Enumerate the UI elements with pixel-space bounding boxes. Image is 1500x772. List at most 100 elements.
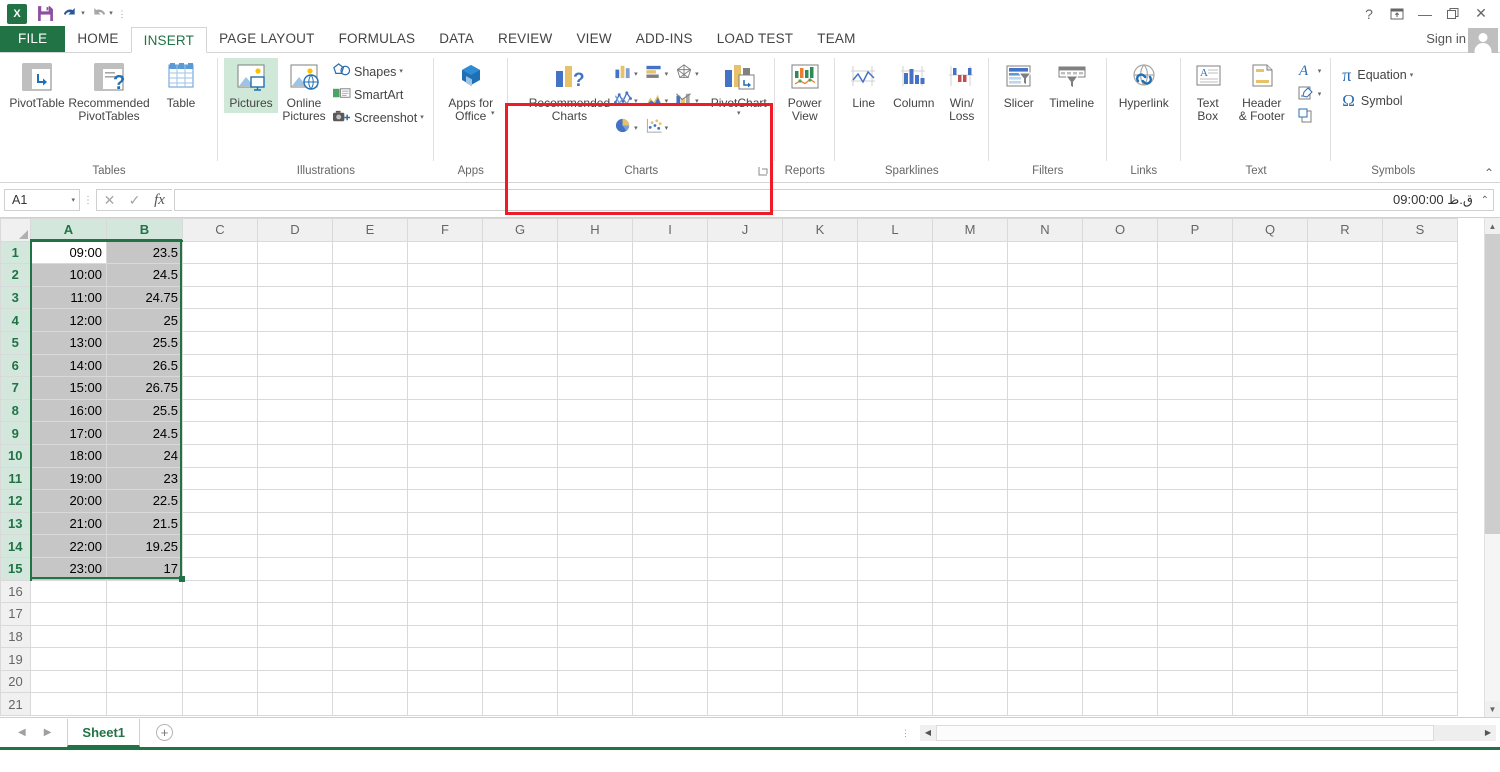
cell-I19[interactable] — [632, 647, 708, 671]
cell-C2[interactable] — [182, 263, 258, 287]
cell-R20[interactable] — [1307, 669, 1383, 694]
hyperlink-button[interactable]: Hyperlink — [1113, 58, 1175, 113]
cell-A2[interactable]: 10:00 — [30, 263, 107, 287]
cell-N9[interactable] — [1007, 421, 1083, 445]
cell-R1[interactable] — [1307, 240, 1383, 265]
cell-Q21[interactable] — [1232, 692, 1308, 717]
cell-I3[interactable] — [632, 285, 708, 310]
chevron-down-icon[interactable]: ▾ — [695, 71, 699, 78]
cell-M14[interactable] — [932, 534, 1008, 558]
pictures-button[interactable]: Pictures — [224, 58, 278, 113]
smartart-button[interactable]: SmartArt — [330, 83, 428, 106]
cell-J6[interactable] — [707, 353, 783, 378]
cell-P19[interactable] — [1157, 647, 1233, 671]
wordart-button[interactable]: A ▾ — [1295, 60, 1326, 83]
cell-D12[interactable] — [257, 489, 333, 513]
cell-H6[interactable] — [557, 353, 633, 378]
column-header-k[interactable]: K — [782, 218, 858, 242]
cell-D17[interactable] — [257, 602, 333, 626]
cell-C7[interactable] — [182, 376, 258, 400]
cell-P13[interactable] — [1157, 511, 1233, 536]
cell-M11[interactable] — [932, 466, 1008, 491]
cell-F9[interactable] — [407, 421, 483, 445]
chevron-down-icon[interactable]: ▾ — [491, 110, 495, 117]
cell-K1[interactable] — [782, 240, 858, 265]
cell-J9[interactable] — [707, 421, 783, 445]
cell-A20[interactable] — [30, 669, 107, 694]
cell-K20[interactable] — [782, 669, 858, 694]
cell-B2[interactable]: 24.5 — [106, 263, 183, 287]
cell-E11[interactable] — [332, 466, 408, 491]
cell-H12[interactable] — [557, 489, 633, 513]
cell-K6[interactable] — [782, 353, 858, 378]
cell-B14[interactable]: 19.25 — [106, 534, 183, 558]
cell-I4[interactable] — [632, 308, 708, 332]
cell-G21[interactable] — [482, 692, 558, 717]
cell-M18[interactable] — [932, 624, 1008, 649]
slicer-button[interactable]: Slicer — [995, 58, 1043, 113]
cell-O7[interactable] — [1082, 376, 1158, 400]
tab-formulas[interactable]: FORMULAS — [327, 26, 428, 52]
row-header-2[interactable]: 2 — [0, 263, 32, 287]
cell-S8[interactable] — [1382, 398, 1458, 423]
cell-G11[interactable] — [482, 466, 558, 491]
cell-G20[interactable] — [482, 669, 558, 694]
cell-K2[interactable] — [782, 263, 858, 287]
cell-M10[interactable] — [932, 443, 1008, 468]
cell-H3[interactable] — [557, 285, 633, 310]
cell-N5[interactable] — [1007, 330, 1083, 355]
cell-Q11[interactable] — [1232, 466, 1308, 491]
cell-C10[interactable] — [182, 443, 258, 468]
horizontal-scroll-track[interactable] — [1434, 724, 1480, 741]
cell-E6[interactable] — [332, 353, 408, 378]
cell-I7[interactable] — [632, 376, 708, 400]
minimize-icon[interactable]: — — [1412, 2, 1438, 26]
cell-F20[interactable] — [407, 669, 483, 694]
cell-I10[interactable] — [632, 443, 708, 468]
cell-Q12[interactable] — [1232, 489, 1308, 513]
cell-J20[interactable] — [707, 669, 783, 694]
cell-P16[interactable] — [1157, 579, 1233, 604]
power-view-button[interactable]: Power View — [781, 58, 829, 126]
cell-M20[interactable] — [932, 669, 1008, 694]
row-header-7[interactable]: 7 — [0, 376, 32, 400]
cell-R15[interactable] — [1307, 556, 1383, 581]
cell-J5[interactable] — [707, 330, 783, 355]
row-header-4[interactable]: 4 — [0, 308, 32, 332]
cell-J14[interactable] — [707, 534, 783, 558]
cell-R9[interactable] — [1307, 421, 1383, 445]
cell-M1[interactable] — [932, 240, 1008, 265]
scroll-left-button[interactable]: ◀ — [920, 724, 936, 741]
cell-B11[interactable]: 23 — [106, 466, 183, 491]
chevron-down-icon[interactable]: ▾ — [665, 125, 669, 132]
cell-G17[interactable] — [482, 602, 558, 626]
cell-E4[interactable] — [332, 308, 408, 332]
cell-F2[interactable] — [407, 263, 483, 287]
cell-R6[interactable] — [1307, 353, 1383, 378]
cell-O3[interactable] — [1082, 285, 1158, 310]
cell-L12[interactable] — [857, 489, 933, 513]
cell-K19[interactable] — [782, 647, 858, 671]
cell-G14[interactable] — [482, 534, 558, 558]
cell-J1[interactable] — [707, 240, 783, 265]
cell-E17[interactable] — [332, 602, 408, 626]
vertical-scrollbar[interactable]: ▲ ▼ — [1484, 218, 1500, 717]
enter-formula-icon[interactable]: ✓ — [122, 190, 147, 210]
cell-M6[interactable] — [932, 353, 1008, 378]
cell-R8[interactable] — [1307, 398, 1383, 423]
cell-E9[interactable] — [332, 421, 408, 445]
cell-E16[interactable] — [332, 579, 408, 604]
cell-H15[interactable] — [557, 556, 633, 581]
cell-D18[interactable] — [257, 624, 333, 649]
cell-A17[interactable] — [30, 602, 107, 626]
cell-L14[interactable] — [857, 534, 933, 558]
cell-P6[interactable] — [1157, 353, 1233, 378]
cell-P9[interactable] — [1157, 421, 1233, 445]
cell-D19[interactable] — [257, 647, 333, 671]
charts-dialog-launcher[interactable] — [758, 166, 771, 179]
cell-R19[interactable] — [1307, 647, 1383, 671]
undo-icon[interactable]: ▾ — [60, 3, 86, 25]
cell-Q10[interactable] — [1232, 443, 1308, 468]
cell-M19[interactable] — [932, 647, 1008, 671]
customize-qat-icon[interactable]: ⋮ — [116, 3, 128, 25]
